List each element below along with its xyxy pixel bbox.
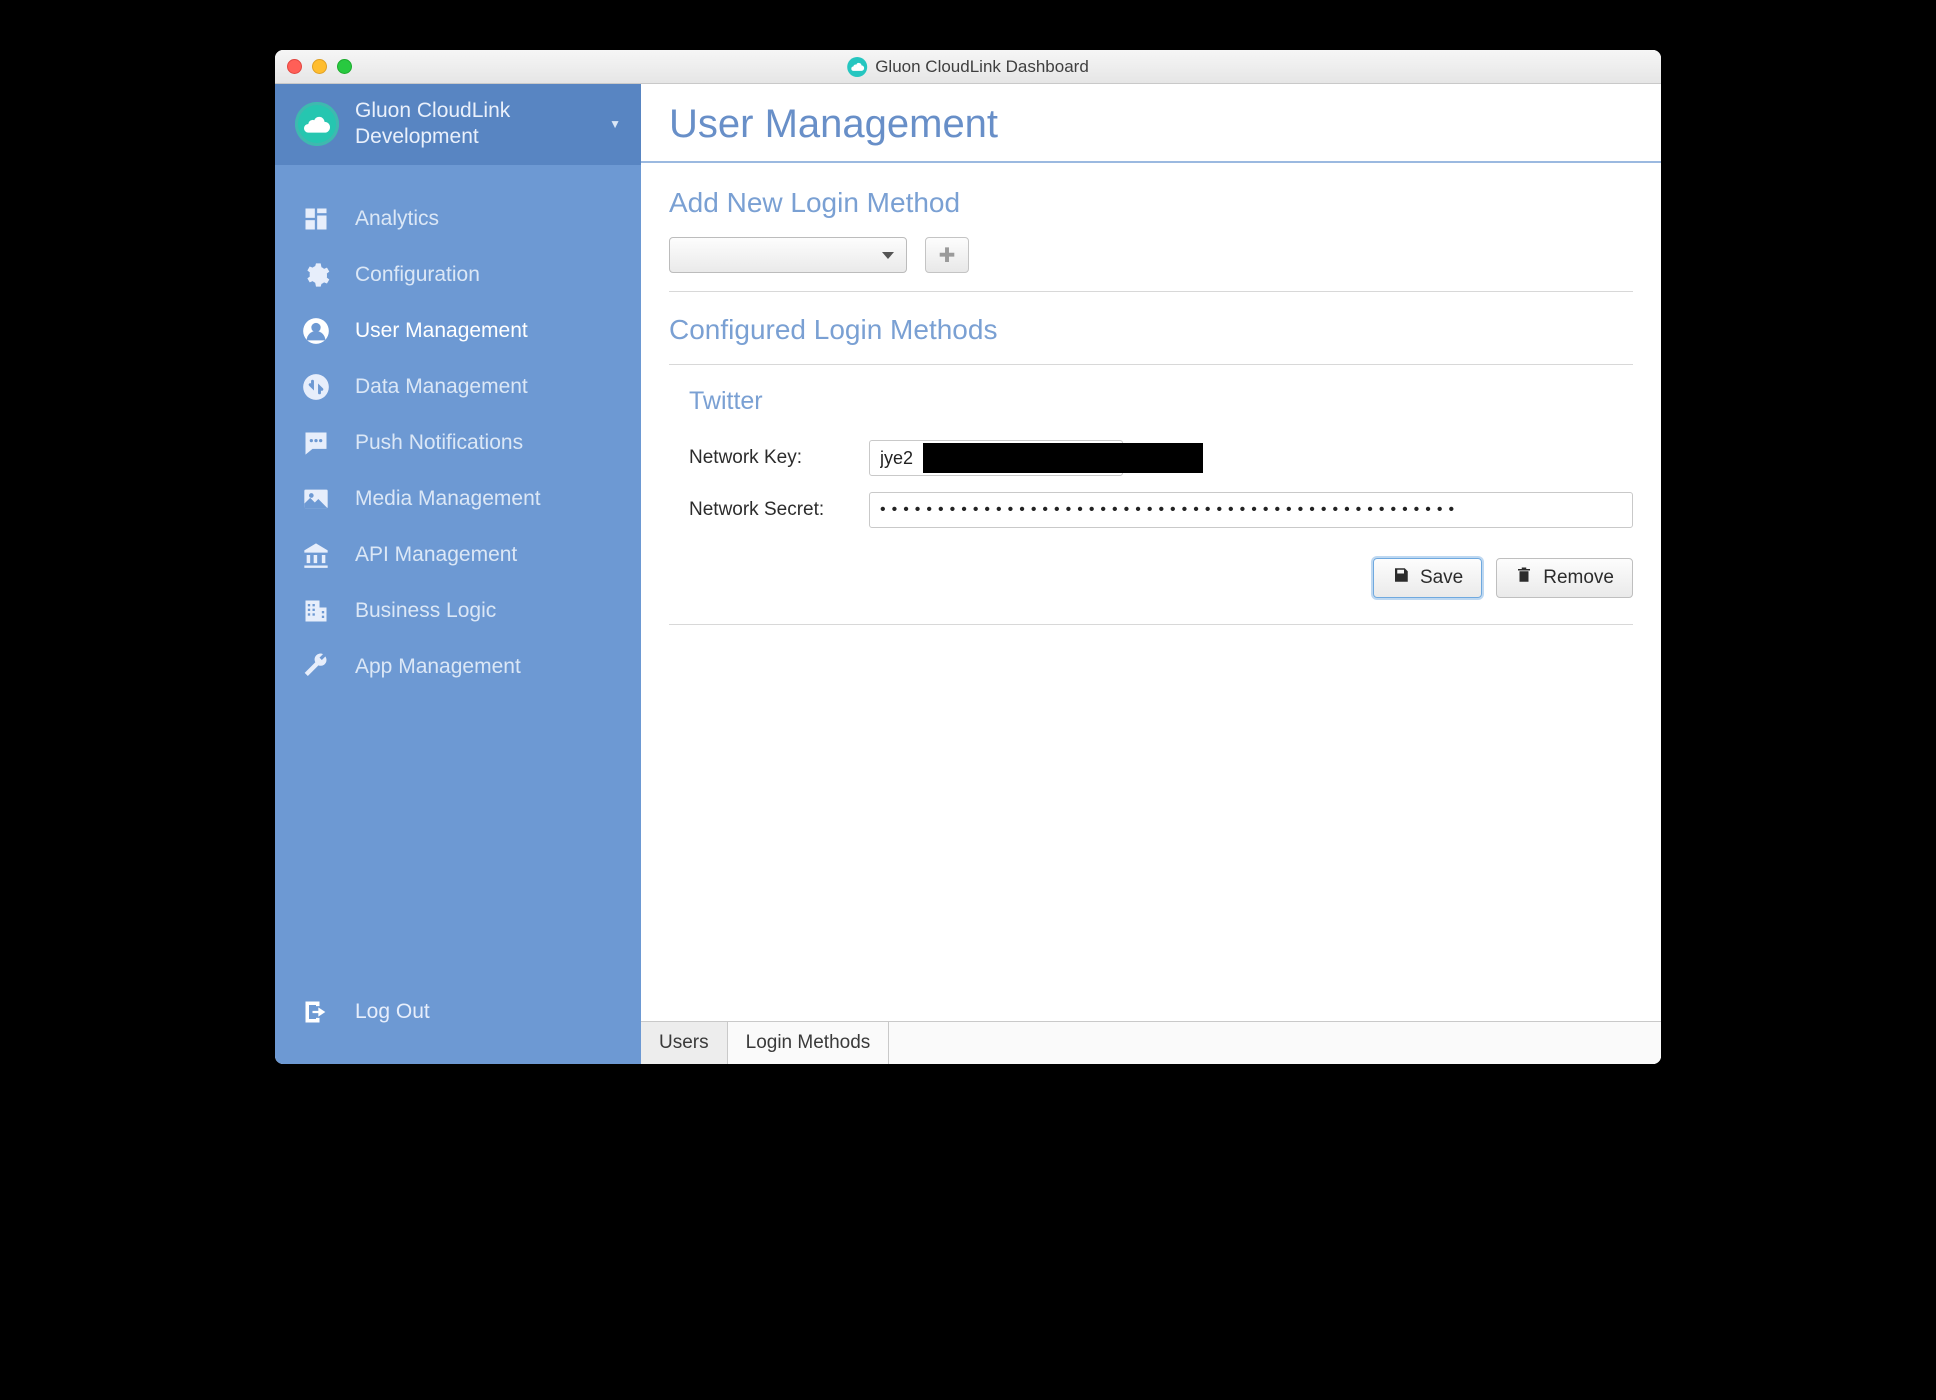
window-title-wrap: Gluon CloudLink Dashboard [847,57,1089,77]
sidebar-item-push-notifications[interactable]: Push Notifications [275,415,641,471]
add-login-heading: Add New Login Method [669,187,1633,219]
bank-icon [301,541,331,569]
save-label: Save [1420,567,1463,589]
sidebar-item-label: App Management [355,655,521,679]
save-button[interactable]: Save [1373,558,1482,598]
data-sync-icon [301,373,331,401]
bottom-tabbar: Users Login Methods [641,1021,1661,1064]
sidebar-item-label: Configuration [355,263,480,287]
close-window-button[interactable] [287,59,302,74]
building-icon [301,597,331,625]
main: User Management Add New Login Method ✚ C… [641,84,1661,1064]
sidebar-item-media-management[interactable]: Media Management [275,471,641,527]
add-login-button[interactable]: ✚ [925,237,969,273]
app-switcher-label: Gluon CloudLink Development [355,98,593,151]
network-key-label: Network Key: [689,447,869,469]
trash-icon [1515,566,1533,590]
chevron-down-icon: ▼ [609,117,621,131]
tab-login-methods[interactable]: Login Methods [728,1022,890,1064]
page-title: User Management [641,84,1661,163]
remove-button[interactable]: Remove [1496,558,1633,598]
sidebar-item-label: Data Management [355,375,528,399]
sidebar-item-business-logic[interactable]: Business Logic [275,583,641,639]
nav: Analytics Configuration User Management [275,165,641,977]
network-secret-input[interactable] [869,492,1633,528]
window-title: Gluon CloudLink Dashboard [875,57,1089,77]
window-controls [287,59,352,74]
remove-label: Remove [1543,567,1614,589]
sidebar-item-api-management[interactable]: API Management [275,527,641,583]
divider [669,624,1633,625]
logout-icon [301,998,331,1026]
button-row: Save Remove [669,536,1633,606]
network-key-row: Network Key: [669,432,1633,484]
chat-icon [301,429,331,457]
cloud-logo-icon [295,102,339,146]
app-switcher[interactable]: Gluon CloudLink Development ▼ [275,84,641,165]
sidebar-item-data-management[interactable]: Data Management [275,359,641,415]
divider [669,291,1633,292]
sidebar-item-app-management[interactable]: App Management [275,639,641,695]
titlebar: Gluon CloudLink Dashboard [275,50,1661,84]
gear-icon [301,261,331,289]
provider-name: Twitter [689,387,1633,416]
network-secret-label: Network Secret: [689,499,869,521]
tab-users[interactable]: Users [641,1022,728,1064]
sidebar-item-analytics[interactable]: Analytics [275,191,641,247]
sidebar-item-label: Analytics [355,207,439,231]
app-window: Gluon CloudLink Dashboard Gluon CloudLin… [275,50,1661,1064]
sidebar-item-label: Business Logic [355,599,496,623]
sidebar-item-user-management[interactable]: User Management [275,303,641,359]
network-secret-row: Network Secret: [669,484,1633,536]
caret-down-icon [882,252,894,259]
sidebar-item-label: Push Notifications [355,431,523,455]
dashboard-icon [301,205,331,233]
sidebar-item-configuration[interactable]: Configuration [275,247,641,303]
logout-button[interactable]: Log Out [275,976,641,1064]
login-method-select[interactable] [669,237,907,273]
plus-icon: ✚ [939,243,956,268]
configured-heading: Configured Login Methods [669,314,1633,346]
divider [669,364,1633,365]
content: Add New Login Method ✚ Configured Login … [641,163,1661,1021]
app-logo-icon [847,57,867,77]
add-login-row: ✚ [669,237,1633,273]
sidebar-item-label: Media Management [355,487,541,511]
sidebar: Gluon CloudLink Development ▼ Analytics … [275,84,641,1064]
minimize-window-button[interactable] [312,59,327,74]
image-icon [301,485,331,513]
wrench-icon [301,653,331,681]
zoom-window-button[interactable] [337,59,352,74]
user-icon [301,317,331,345]
logout-label: Log Out [355,1000,430,1024]
redaction-block [923,443,1203,473]
sidebar-item-label: API Management [355,543,517,567]
sidebar-item-label: User Management [355,319,528,343]
save-icon [1392,566,1410,590]
tabbar-fill [889,1022,1661,1064]
